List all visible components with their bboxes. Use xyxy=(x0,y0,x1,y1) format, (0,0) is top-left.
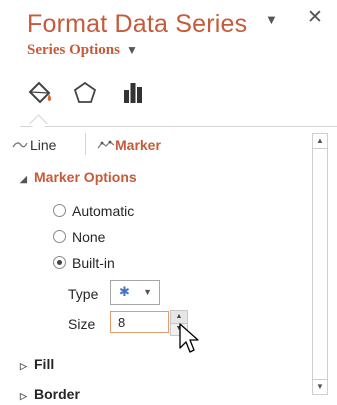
radio-automatic[interactable]: Automatic xyxy=(53,203,134,219)
tab-divider xyxy=(20,126,337,127)
fill-section-header[interactable]: ▷ Fill xyxy=(20,356,54,372)
scroll-down-icon[interactable]: ▼ xyxy=(313,379,327,394)
selected-tab-indicator xyxy=(29,114,48,133)
line-icon xyxy=(12,137,30,153)
vertical-scrollbar[interactable]: ▲ ▼ xyxy=(312,133,328,395)
radio-built-in[interactable]: Built-in xyxy=(53,255,115,271)
series-options-dropdown[interactable]: Series Options ▼ xyxy=(27,42,138,59)
border-section-header[interactable]: ▷ Border xyxy=(20,386,80,402)
marker-size-input[interactable]: 8 xyxy=(110,311,169,333)
series-options-label: Series Options xyxy=(27,42,120,58)
series-options-bar-chart-icon[interactable] xyxy=(118,78,148,108)
marker-type-dropdown[interactable]: ✱ ▼ xyxy=(110,280,160,305)
radio-button[interactable] xyxy=(53,230,66,243)
subtab-separator xyxy=(85,133,86,155)
chevron-down-icon: ▼ xyxy=(143,287,152,297)
marker-options-heading: Marker Options xyxy=(34,169,137,185)
collapsed-triangle-icon: ▷ xyxy=(20,361,27,371)
fill-line-icon[interactable] xyxy=(25,78,55,108)
radio-button[interactable] xyxy=(53,204,66,217)
marker-options-section-header[interactable]: ◢ Marker Options xyxy=(20,169,137,185)
radio-button-selected[interactable] xyxy=(53,256,66,269)
marker-line-icon xyxy=(97,137,115,153)
tab-marker[interactable]: Marker xyxy=(97,137,161,153)
effects-pentagon-icon[interactable] xyxy=(70,78,100,108)
radio-automatic-label: Automatic xyxy=(72,203,135,219)
tab-line-label: Line xyxy=(30,137,57,153)
radio-built-in-label: Built-in xyxy=(72,255,115,271)
radio-none-label: None xyxy=(72,229,106,245)
scroll-up-icon[interactable]: ▲ xyxy=(313,134,327,149)
expanded-triangle-icon: ◢ xyxy=(20,174,27,184)
size-label: Size xyxy=(68,316,96,332)
collapsed-triangle-icon: ▷ xyxy=(20,391,27,401)
fill-heading: Fill xyxy=(34,356,55,372)
border-heading: Border xyxy=(34,386,80,402)
tab-line[interactable]: Line xyxy=(12,137,56,153)
tab-marker-label: Marker xyxy=(115,137,161,153)
pane-options-dropdown-icon[interactable]: ▼ xyxy=(265,12,278,27)
type-label: Type xyxy=(68,286,99,302)
format-data-series-pane: Format Data Series ▼ ✕ Series Options ▼ xyxy=(0,0,337,405)
scrollbar-track[interactable] xyxy=(313,149,327,379)
mouse-pointer-icon xyxy=(178,322,204,361)
pane-title: Format Data Series xyxy=(27,10,248,38)
chevron-down-icon: ▼ xyxy=(125,43,138,57)
marker-type-asterisk-icon: ✱ xyxy=(119,284,130,299)
close-icon[interactable]: ✕ xyxy=(307,8,323,27)
radio-none[interactable]: None xyxy=(53,229,105,245)
